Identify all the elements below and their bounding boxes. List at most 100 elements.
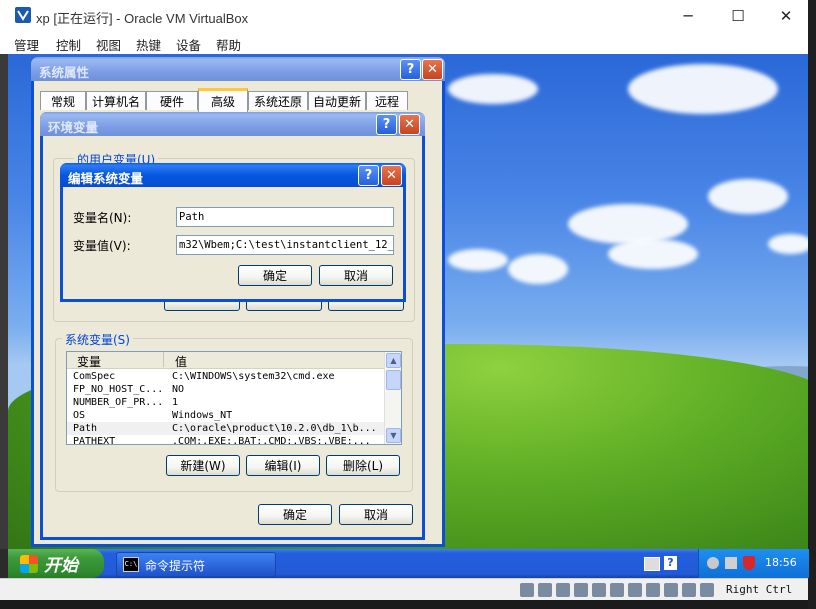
vbox-titlebar: xp [正在运行] - Oracle VM VirtualBox ─ ☐ ✕	[0, 0, 808, 32]
system-edit-button[interactable]: 编辑(I)	[246, 455, 320, 476]
maximize-button[interactable]: ☐	[718, 4, 758, 28]
environment-variables-titlebar: 环境变量 ? ✕	[40, 112, 425, 136]
shared-folders-icon[interactable]	[610, 583, 624, 597]
tab-strip: 常规 计算机名 硬件 高级 系统还原 自动更新 远程	[40, 88, 440, 112]
tab-remote[interactable]: 远程	[366, 91, 408, 110]
recording-icon[interactable]	[646, 583, 660, 597]
scroll-thumb[interactable]	[386, 370, 401, 390]
environment-variables-title: 环境变量	[48, 120, 99, 135]
virtualbox-icon	[14, 6, 32, 24]
help-icon[interactable]: ?	[664, 556, 677, 570]
hard-disk-icon[interactable]	[520, 583, 534, 597]
cloud	[448, 74, 538, 104]
help-button[interactable]: ?	[376, 114, 397, 135]
audio-icon[interactable]	[556, 583, 570, 597]
variable-value-input[interactable]: m32\Wbem;C:\test\instantclient_12_1	[176, 235, 394, 255]
display-icon[interactable]	[628, 583, 642, 597]
scroll-down-icon[interactable]: ▼	[386, 428, 401, 443]
row-value: C:\oracle\product\10.2.0\db_1\b...	[172, 423, 377, 434]
help-button[interactable]: ?	[358, 165, 379, 186]
table-row[interactable]: NUMBER_OF_PR... 1	[67, 396, 385, 409]
tab-auto-update[interactable]: 自动更新	[308, 91, 366, 110]
edit-variable-body: 变量名(N): Path 变量值(V): m32\Wbem;C:\test\in…	[63, 187, 403, 299]
cloud	[508, 254, 568, 284]
row-name: Path	[73, 423, 98, 434]
cloud	[568, 204, 688, 244]
host-desktop-edge-left	[0, 54, 8, 549]
edit-ok-button[interactable]: 确定	[238, 265, 312, 286]
column-variable[interactable]: 变量	[77, 353, 101, 370]
list-scrollbar[interactable]: ▲ ▼	[384, 352, 401, 444]
close-button[interactable]: ✕	[422, 59, 443, 80]
window-title: xp [正在运行] - Oracle VM VirtualBox	[36, 11, 249, 26]
help-button[interactable]: ?	[400, 59, 421, 80]
security-shield-icon[interactable]	[743, 556, 755, 570]
cpu-icon[interactable]	[664, 583, 678, 597]
taskbar: 开始 C:\ 命令提示符 ? 18:56	[8, 549, 809, 578]
menu-devices[interactable]: 设备	[176, 35, 201, 54]
close-button[interactable]: ✕	[766, 4, 806, 28]
row-name: ComSpec	[73, 371, 116, 382]
close-button[interactable]: ✕	[399, 114, 420, 135]
tab-computer-name[interactable]: 计算机名	[86, 91, 146, 110]
cloud	[768, 234, 808, 254]
env-ok-button[interactable]: 确定	[258, 504, 332, 525]
taskbar-item-label: 命令提示符	[145, 559, 206, 573]
system-variables-list[interactable]: 变量 值 ComSpec C:\WINDOWS\system32\cmd.exe…	[66, 351, 402, 445]
menu-control[interactable]: 控制	[56, 35, 81, 54]
taskbar-item-cmd[interactable]: C:\ 命令提示符	[116, 552, 276, 577]
tray-icon[interactable]	[725, 557, 737, 569]
host-desktop-edge	[808, 0, 816, 609]
start-button[interactable]: 开始	[8, 549, 104, 578]
column-value[interactable]: 值	[175, 353, 187, 370]
cloud	[448, 249, 508, 271]
mouse-integration-icon[interactable]	[682, 583, 696, 597]
table-row[interactable]: OS Windows_NT	[67, 409, 385, 422]
system-new-button[interactable]: 新建(W)	[166, 455, 240, 476]
menu-manage[interactable]: 管理	[14, 35, 39, 54]
table-row-selected[interactable]: Path C:\oracle\product\10.2.0\db_1\b...	[67, 422, 385, 435]
vbox-statusbar: Right Ctrl	[0, 578, 808, 601]
system-delete-button[interactable]: 删除(L)	[326, 455, 400, 476]
usb-icon[interactable]	[592, 583, 606, 597]
row-value: C:\WINDOWS\system32\cmd.exe	[172, 371, 335, 382]
close-button[interactable]: ✕	[381, 165, 402, 186]
tab-system-restore[interactable]: 系统还原	[248, 91, 308, 110]
scroll-up-icon[interactable]: ▲	[386, 353, 401, 368]
host-key-label: Right Ctrl	[726, 583, 793, 596]
row-value: 1	[172, 397, 179, 408]
system-properties-titlebar: 系统属性 ? ✕	[31, 57, 445, 81]
row-name: OS	[73, 410, 86, 421]
edit-variable-title: 编辑系统变量	[68, 171, 144, 186]
table-row[interactable]: FP_NO_HOST_C... NO	[67, 383, 385, 396]
host-taskbar-strip	[0, 600, 808, 609]
list-header: 变量 值	[67, 352, 385, 369]
cloud	[708, 179, 788, 214]
network-adapter-icon[interactable]	[574, 583, 588, 597]
env-cancel-button[interactable]: 取消	[339, 504, 413, 525]
menu-help[interactable]: 帮助	[216, 35, 241, 54]
keyboard-capture-icon[interactable]	[700, 583, 714, 597]
variable-name-input[interactable]: Path	[176, 207, 394, 227]
table-row[interactable]: ComSpec C:\WINDOWS\system32\cmd.exe	[67, 370, 385, 383]
edit-system-variable-dialog: 编辑系统变量 ? ✕ 变量名(N): Path 变量值(V): m32\Wbem…	[60, 163, 406, 302]
start-label: 开始	[44, 556, 78, 576]
tab-advanced[interactable]: 高级	[198, 88, 248, 112]
row-name: PATHEXT	[73, 436, 116, 445]
windows-flag-icon	[20, 554, 38, 573]
row-name: NUMBER_OF_PR...	[73, 397, 164, 408]
keyboard-icon[interactable]	[644, 557, 660, 571]
table-row[interactable]: PATHEXT .COM;.EXE;.BAT;.CMD;.VBS;.VBE;..…	[67, 435, 385, 445]
cloud	[628, 64, 778, 114]
system-variables-group: 系统变量(S) 变量 值 ComSpec C:\WINDOWS\system32…	[55, 331, 413, 492]
tab-general[interactable]: 常规	[40, 91, 86, 110]
edit-cancel-button[interactable]: 取消	[319, 265, 393, 286]
variable-name-label: 变量名(N):	[73, 211, 132, 225]
minimize-button[interactable]: ─	[668, 4, 708, 28]
column-divider	[163, 352, 164, 367]
tab-hardware[interactable]: 硬件	[146, 91, 198, 110]
menu-hotkey[interactable]: 热键	[136, 35, 161, 54]
network-icon[interactable]	[707, 557, 719, 569]
optical-drive-icon[interactable]	[538, 583, 552, 597]
menu-view[interactable]: 视图	[96, 35, 121, 54]
